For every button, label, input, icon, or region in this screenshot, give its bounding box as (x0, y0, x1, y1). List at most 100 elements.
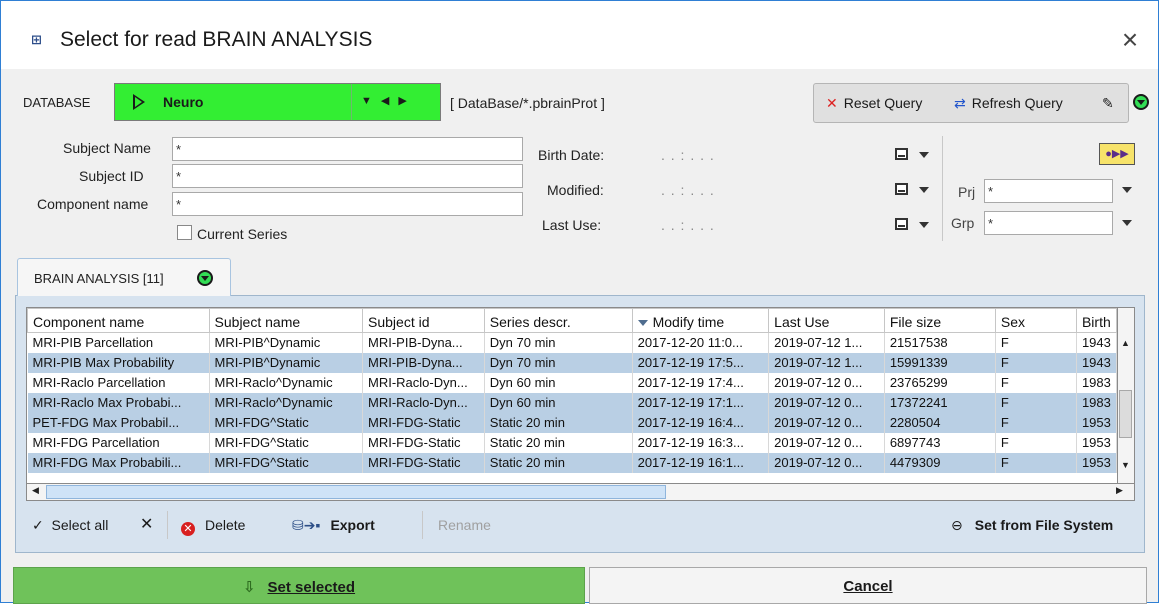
column-header[interactable]: Component name (27, 308, 210, 333)
table-cell: MRI-FDG^Static (209, 412, 364, 433)
prj-label: Prj (958, 184, 976, 200)
dialog-title: Select for read BRAIN ANALYSIS (60, 28, 373, 51)
table-row[interactable]: MRI-PIB Max Probability MRI-PIB^Dynamic MR… (27, 352, 1117, 373)
table-cell: 2017-12-19 16:4... (632, 412, 770, 433)
rename-button[interactable]: Rename (438, 517, 491, 533)
table-cell: 2019-07-12 0... (768, 372, 885, 393)
table-cell: MRI-PIB^Dynamic (209, 332, 364, 353)
combo-divider (351, 84, 352, 120)
table-cell: 6897743 (884, 432, 996, 453)
birth-date-label: Birth Date: (538, 147, 605, 163)
tab-brain-analysis[interactable]: BRAIN ANALYSIS [11] (17, 258, 231, 296)
cancel-button[interactable]: Cancel (589, 567, 1147, 604)
table-cell: MRI-PIB^Dynamic (209, 352, 364, 373)
calendar-icon[interactable] (895, 148, 908, 160)
column-header[interactable]: Subject name (208, 308, 364, 333)
table-cell: Dyn 70 min (484, 352, 633, 373)
set-selected-button[interactable]: ⇩ Set selected (13, 567, 585, 604)
table-row[interactable]: MRI-FDG Parcellation MRI-FDG^Static MRI-FD… (27, 432, 1117, 453)
vertical-scrollbar[interactable]: ▲ ▼ (1118, 307, 1135, 501)
dropdown-arrow-icon[interactable] (919, 222, 929, 228)
column-header[interactable]: Last Use (768, 308, 885, 333)
scroll-thumb[interactable] (1119, 390, 1132, 438)
reset-query-button[interactable]: ✕ Reset Query (826, 95, 922, 112)
subject-id-label: Subject ID (79, 168, 144, 184)
scroll-left-icon[interactable]: ◀ (32, 485, 39, 496)
table-cell: 1953 (1076, 452, 1117, 473)
delete-icon: ✕ (181, 522, 195, 536)
table-cell: 2019-07-12 0... (768, 432, 885, 453)
ellipsis-icon: ⊖ (951, 517, 963, 533)
grp-dropdown-icon[interactable] (1122, 220, 1132, 226)
table-row[interactable]: MRI-PIB Parcellation MRI-PIB^Dynamic MRI-P… (27, 332, 1117, 353)
scroll-right-icon[interactable]: ▶ (1116, 485, 1123, 496)
table-cell: Static 20 min (484, 452, 633, 473)
column-header[interactable]: Sex (994, 308, 1077, 333)
last-use-label: Last Use: (542, 217, 602, 233)
hscroll-thumb[interactable] (46, 485, 666, 499)
scroll-down-icon[interactable]: ▼ (1121, 460, 1130, 470)
database-label: DATABASE (23, 95, 91, 110)
dropdown-arrow-icon[interactable] (919, 152, 929, 158)
x-icon: ✕ (826, 95, 838, 111)
last-use-field[interactable]: . . : . . . (661, 217, 715, 233)
current-series-checkbox[interactable] (177, 225, 192, 240)
horizontal-scrollbar[interactable]: ◀ ▶ (26, 483, 1135, 501)
calendar-icon[interactable] (895, 183, 908, 195)
component-name-input[interactable] (172, 192, 523, 216)
table-cell: 1953 (1076, 412, 1117, 433)
component-name-label: Component name (37, 196, 149, 212)
table-cell: 1983 (1076, 392, 1117, 413)
dropdown-arrow-icon[interactable] (919, 187, 929, 193)
subject-name-input[interactable] (172, 137, 523, 161)
set-from-file-system-button[interactable]: ⊖ Set from File System (951, 517, 1113, 534)
close-button[interactable]: × (1113, 23, 1147, 57)
table-cell: Static 20 min (484, 412, 633, 433)
calendar-icon[interactable] (895, 218, 908, 230)
modified-field[interactable]: . . : . . . (661, 182, 715, 198)
refresh-query-button[interactable]: ⇄ Refresh Query (954, 95, 1063, 112)
database-nav-arrows-icon[interactable]: ▼◀▶ (361, 94, 416, 107)
column-header[interactable]: Birth (1075, 308, 1117, 333)
column-header[interactable]: File size (883, 308, 996, 333)
table-cell: 2019-07-12 1... (768, 332, 885, 353)
table-cell: 1983 (1076, 372, 1117, 393)
table-row[interactable]: MRI-Raclo Max Probabi... MRI-Raclo^Dynami… (27, 392, 1117, 413)
deselect-icon[interactable]: ✕ (140, 514, 153, 534)
dialog-window: ⊞ Select for read BRAIN ANALYSIS × DATAB… (0, 0, 1159, 604)
scroll-up-icon[interactable]: ▲ (1121, 338, 1130, 348)
table-cell: MRI-PIB Parcellation (27, 332, 210, 353)
select-all-button[interactable]: ✓ Select all (32, 517, 108, 534)
table-cell: MRI-Raclo-Dyn... (362, 392, 485, 413)
table-cell: 1943 (1076, 352, 1117, 373)
tab-options-icon[interactable] (197, 270, 213, 286)
table-cell: 1953 (1076, 432, 1117, 453)
subject-group-icon[interactable]: ●▶▶ (1099, 143, 1135, 165)
birth-date-field[interactable]: . . : . . . (661, 147, 715, 163)
table-cell: MRI-FDG-Static (362, 412, 485, 433)
subject-id-input[interactable] (172, 164, 523, 188)
delete-button[interactable]: ✕ Delete (181, 517, 245, 536)
table-cell: MRI-FDG^Static (209, 432, 364, 453)
eraser-icon[interactable]: ✎ (1102, 95, 1114, 112)
table-cell: F (995, 432, 1077, 453)
table-row[interactable]: PET-FDG Max Probabil... MRI-FDG^Static MRI… (27, 412, 1117, 433)
prj-input[interactable] (984, 179, 1113, 203)
table-cell: MRI-FDG-Static (362, 452, 485, 473)
table-cell: F (995, 372, 1077, 393)
column-header[interactable]: Series descr. (483, 308, 633, 333)
modified-label: Modified: (547, 182, 604, 198)
table-row[interactable]: MRI-FDG Max Probabili... MRI-FDG^Static MR… (27, 452, 1117, 473)
table-row[interactable]: MRI-Raclo Parcellation MRI-Raclo^Dynamic M… (27, 372, 1117, 393)
table-cell: 2017-12-19 17:5... (632, 352, 770, 373)
table-cell: 1943 (1076, 332, 1117, 353)
prj-dropdown-icon[interactable] (1122, 187, 1132, 193)
query-options-icon[interactable] (1133, 94, 1149, 110)
table-cell: 2280504 (884, 412, 996, 433)
column-header[interactable]: Subject id (362, 308, 485, 333)
export-button[interactable]: ⛁➔▪ Export (292, 517, 375, 534)
grp-input[interactable] (984, 211, 1113, 235)
column-header[interactable]: Modify time (631, 308, 770, 333)
database-selector[interactable]: Neuro ▼◀▶ (114, 83, 441, 121)
divider (422, 511, 423, 539)
